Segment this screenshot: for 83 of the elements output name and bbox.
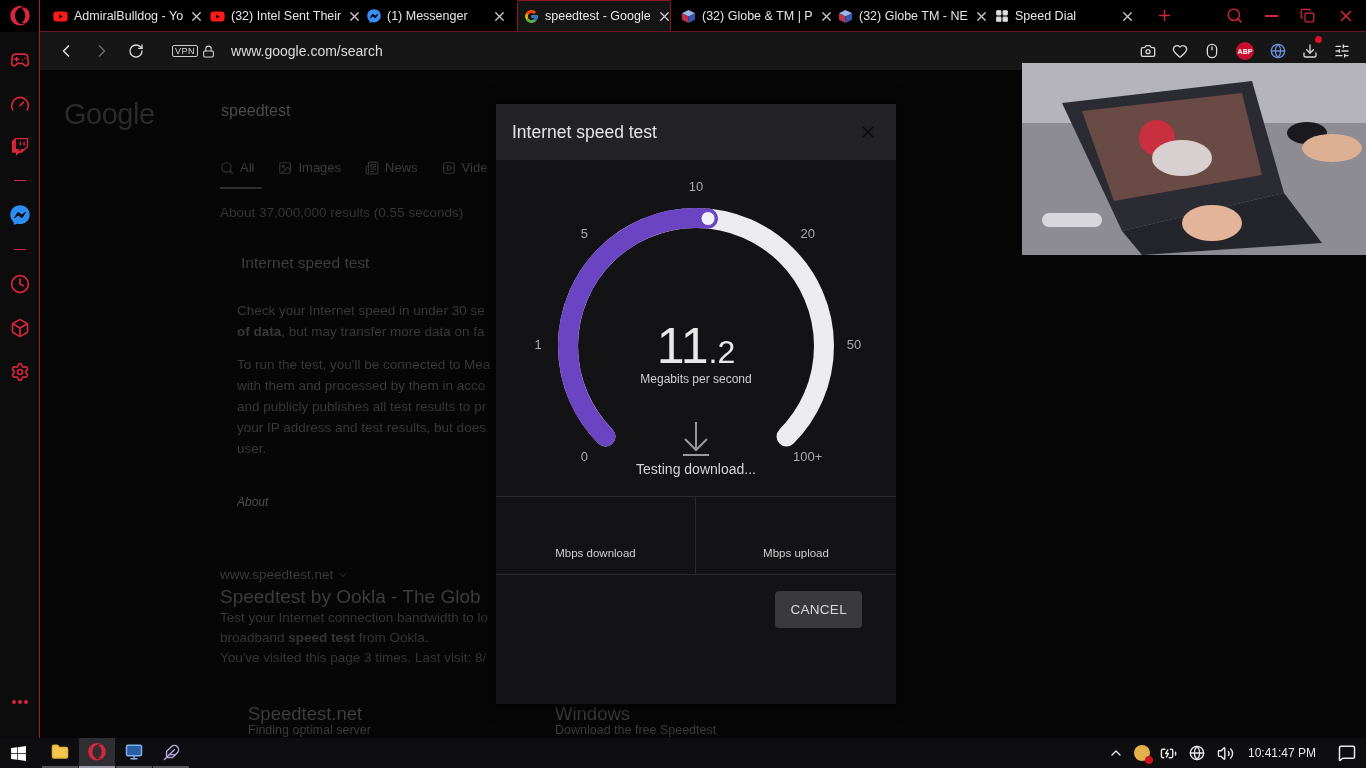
mouse-icon [1204,43,1220,59]
address-field[interactable]: www.google.com/search [231,43,383,59]
message-icon [1338,744,1356,762]
heart-icon [1172,43,1188,59]
newspaper-icon [365,160,380,175]
chat-button[interactable] [10,138,29,156]
card-title: Internet speed test [241,254,370,272]
browser-tab[interactable]: Speed Dial [988,0,1142,31]
cube-icon [838,8,853,24]
image-icon [278,160,293,175]
chat-bubble-icon [10,138,29,156]
feather-icon [162,743,180,761]
tab-title: (32) Intel Sent Their [231,9,342,23]
result-label: Mbps download [555,547,636,559]
cancel-button[interactable]: CANCEL [775,591,862,628]
folder-icon [51,743,69,761]
browser-tab[interactable]: speedtest - Google [517,0,671,31]
notifications-button[interactable] [1336,744,1358,762]
more-button[interactable] [11,700,28,704]
tick-label: 5 [580,225,588,241]
tick-label: 20 [800,225,815,241]
grid-icon [995,9,1009,23]
search-icon [220,160,234,175]
monitor-icon [125,743,143,761]
chat-bubble-icon [367,9,381,23]
browser-tab[interactable]: (1) Messenger [360,0,514,31]
speaker-icon [1216,744,1234,762]
cube-icon [9,318,30,338]
camera-icon [1140,43,1156,59]
settings-icon [9,362,30,382]
dialog-title: Internet speed test [512,121,657,143]
tick-label: 100+ [793,449,823,465]
tick-label: 1 [534,337,542,353]
gamepad-button[interactable] [9,50,30,70]
unit-label: Megabits per second [640,372,752,386]
speed-value: 11.2 [656,318,736,374]
cube-icon [681,8,696,24]
settings-button[interactable] [9,362,30,382]
restore-icon [1300,8,1315,23]
gamepad-icon [9,50,30,70]
speedometer-button[interactable] [9,94,30,114]
plus-icon [1156,7,1173,24]
g-logo-icon [524,8,539,24]
globe-icon [1188,745,1205,761]
notification-dot [1315,36,1322,43]
lock-icon [202,44,215,58]
browser-tab[interactable]: (32) Globe & TM | P [674,0,828,31]
messenger-button[interactable] [9,205,30,225]
clock[interactable]: 10:41:47 PM [1247,746,1316,760]
tab-title: Speed Dial [1015,9,1078,23]
sliders-icon [1334,43,1350,59]
browser-tab[interactable]: (32) Intel Sent Their [203,0,357,31]
o-logo-icon [88,743,106,761]
windows-icon [9,744,27,762]
clock-icon [9,274,30,294]
status-text: Testing download... [636,461,756,477]
taskbar-app[interactable] [79,738,115,768]
tab-title: AdmiralBulldog - Yo [74,9,184,23]
play-icon [441,160,456,175]
tick-label: 0 [580,449,588,465]
more-icon [11,700,28,704]
tick-label: 50 [846,337,862,353]
browser-tab[interactable]: AdmiralBulldog - Yo [46,0,200,31]
download-icon [1302,43,1318,59]
globe-icon [1270,43,1286,59]
tab-title: (1) Messenger [387,9,469,23]
tab-title: speedtest - Google [545,9,651,23]
speedometer-icon [9,94,30,114]
vpn-badge[interactable]: VPN [172,45,198,57]
tab-title: (32) Globe TM - NE [859,9,968,23]
history-button[interactable] [9,274,30,294]
browser-tab[interactable]: (32) Globe TM - NE [831,0,985,31]
tab-title: (32) Globe & TM | P [702,9,813,23]
minimize-icon [1265,14,1278,17]
cube-button[interactable] [9,318,30,338]
chat-bubble-icon [9,205,30,225]
tray-app-icon[interactable] [1133,745,1150,761]
tick-label: 10 [688,179,704,195]
download-icon [682,421,710,456]
o-logo-icon[interactable] [9,6,30,26]
search-icon [1226,7,1243,24]
result-label: Mbps upload [763,547,829,559]
reload-icon [128,43,144,59]
